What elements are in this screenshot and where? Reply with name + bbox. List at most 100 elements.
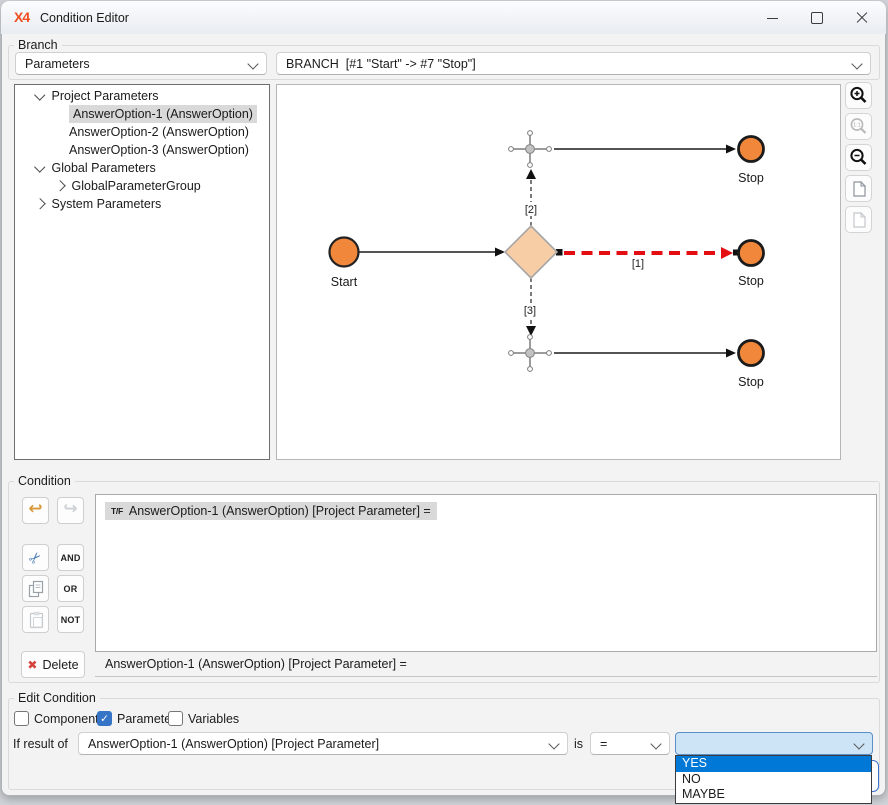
- or-label: OR: [64, 584, 78, 594]
- zoom-actual-icon: 1:1: [848, 116, 869, 137]
- title-bar[interactable]: X4 Condition Editor: [1, 1, 886, 34]
- paste-icon: [25, 609, 46, 630]
- tree-item-label[interactable]: Global Parameters: [52, 159, 156, 177]
- parameter-tree[interactable]: Project Parameters AnswerOption-1 (Answe…: [14, 84, 270, 460]
- stop-node-3[interactable]: [739, 341, 764, 366]
- start-node[interactable]: [330, 238, 359, 267]
- cut-button[interactable]: ✂: [22, 544, 49, 571]
- branch-mode-select[interactable]: Parameters: [15, 52, 267, 75]
- dropdown-option-yes[interactable]: YES: [676, 756, 871, 772]
- tree-item-system-parameters[interactable]: System Parameters: [30, 195, 289, 213]
- variables-checkbox[interactable]: [168, 711, 183, 726]
- is-label: is: [574, 737, 583, 752]
- flow-diagram-panel[interactable]: [2] [3] [1] Start: [276, 84, 841, 460]
- tree-item-answeroption-1[interactable]: AnswerOption-1 (AnswerOption): [30, 105, 318, 123]
- expander-down-icon[interactable]: [34, 161, 45, 172]
- copy-button[interactable]: [22, 575, 49, 602]
- parameters-checkbox[interactable]: ✓: [97, 711, 112, 726]
- junction-handle[interactable]: [528, 367, 533, 372]
- tree-item-label[interactable]: GlobalParameterGroup: [72, 177, 201, 195]
- chevron-down-icon: [853, 738, 864, 749]
- expander-down-icon[interactable]: [34, 89, 45, 100]
- zoom-out-button[interactable]: [845, 144, 872, 171]
- tree-item-label-selected[interactable]: AnswerOption-1 (AnswerOption): [69, 105, 257, 123]
- dropdown-option-no[interactable]: NO: [676, 772, 871, 788]
- arrowhead-icon: [726, 145, 736, 154]
- zoom-out-icon: [848, 147, 869, 168]
- tree-item-label[interactable]: AnswerOption-3 (AnswerOption): [69, 141, 249, 159]
- junction-handle[interactable]: [528, 163, 533, 168]
- arrowhead-icon: [726, 349, 736, 358]
- maximize-button[interactable]: [800, 6, 834, 30]
- not-label: NOT: [61, 615, 81, 625]
- stop-node-1[interactable]: [739, 137, 764, 162]
- close-button[interactable]: [845, 6, 879, 30]
- parameter-select-value: AnswerOption-1 (AnswerOption) [Project P…: [88, 737, 379, 751]
- redo-icon: ↪: [63, 499, 77, 519]
- condition-list[interactable]: T/F AnswerOption-1 (AnswerOption) [Proje…: [95, 494, 877, 652]
- condition-row-selected[interactable]: T/F AnswerOption-1 (AnswerOption) [Proje…: [105, 502, 437, 520]
- junction-node-top[interactable]: [526, 145, 535, 154]
- branch-mode-value: Parameters: [25, 57, 90, 71]
- edit-condition-group-label: Edit Condition: [14, 691, 100, 705]
- junction-handle[interactable]: [528, 131, 533, 136]
- decision-node[interactable]: [505, 226, 557, 278]
- edge-3-label: [3]: [524, 305, 536, 317]
- stop-node-2[interactable]: [739, 241, 764, 266]
- tree-item-label[interactable]: Project Parameters: [52, 87, 159, 105]
- zoom-in-icon: [848, 85, 869, 106]
- delete-button[interactable]: ✖ Delete: [21, 651, 85, 678]
- tree-item-globalparametergroup[interactable]: GlobalParameterGroup: [30, 177, 309, 195]
- condition-group-label: Condition: [14, 474, 75, 488]
- operator-select[interactable]: =: [590, 732, 670, 755]
- junction-handle[interactable]: [509, 351, 514, 356]
- start-node-label: Start: [331, 275, 358, 289]
- expander-right-icon[interactable]: [34, 199, 45, 210]
- undo-icon: ↩: [28, 499, 42, 519]
- delete-x-icon: ✖: [27, 658, 37, 672]
- redo-button[interactable]: ↪: [57, 497, 84, 524]
- chevron-down-icon: [548, 738, 559, 749]
- junction-handle[interactable]: [509, 147, 514, 152]
- stop-node-1-label: Stop: [738, 171, 764, 185]
- tree-item-label[interactable]: AnswerOption-2 (AnswerOption): [69, 123, 249, 141]
- minimize-icon: [767, 18, 778, 19]
- fit-width-button[interactable]: [845, 206, 872, 233]
- paste-button[interactable]: [22, 606, 49, 633]
- cut-icon: ✂: [25, 547, 47, 569]
- branch-select[interactable]: BRANCH [#1 "Start" -> #7 "Stop"]: [276, 52, 871, 75]
- operator-select-value: =: [600, 737, 607, 751]
- condition-row-text: AnswerOption-1 (AnswerOption) [Project P…: [129, 502, 431, 520]
- branch-select-value: BRANCH [#1 "Start" -> #7 "Stop"]: [286, 57, 476, 71]
- value-select[interactable]: [675, 732, 873, 755]
- fit-page-button[interactable]: [845, 175, 872, 202]
- close-icon: [856, 12, 868, 24]
- or-button[interactable]: OR: [57, 575, 84, 602]
- undo-button[interactable]: ↩: [22, 497, 49, 524]
- tree-item-global-parameters[interactable]: Global Parameters: [30, 159, 289, 177]
- parameter-select[interactable]: AnswerOption-1 (AnswerOption) [Project P…: [78, 732, 568, 755]
- stop-node-3-label: Stop: [738, 375, 764, 389]
- components-checkbox[interactable]: [14, 711, 29, 726]
- junction-handle[interactable]: [528, 335, 533, 340]
- window-title: Condition Editor: [40, 11, 129, 25]
- tree-item-label[interactable]: System Parameters: [52, 195, 162, 213]
- junction-handle[interactable]: [547, 147, 552, 152]
- not-button[interactable]: NOT: [57, 606, 84, 633]
- arrowhead-up-icon: [526, 169, 536, 179]
- zoom-actual-button[interactable]: 1:1: [845, 113, 872, 140]
- junction-handle[interactable]: [547, 351, 552, 356]
- dropdown-option-maybe[interactable]: MAYBE: [676, 787, 871, 803]
- tree-item-project-parameters[interactable]: Project Parameters: [30, 87, 289, 105]
- value-dropdown-list[interactable]: YES NO MAYBE: [675, 755, 872, 804]
- chevron-down-icon: [650, 738, 661, 749]
- flow-diagram-canvas[interactable]: [2] [3] [1] Start: [277, 85, 840, 459]
- svg-text:1:1: 1:1: [853, 123, 861, 129]
- and-button[interactable]: AND: [57, 544, 84, 571]
- minimize-button[interactable]: [755, 6, 789, 30]
- expander-right-icon[interactable]: [54, 181, 65, 192]
- if-result-of-label: If result of: [13, 737, 68, 752]
- zoom-in-button[interactable]: [845, 82, 872, 109]
- variables-checkbox-label: Variables: [188, 712, 239, 727]
- junction-node-bottom[interactable]: [526, 349, 535, 358]
